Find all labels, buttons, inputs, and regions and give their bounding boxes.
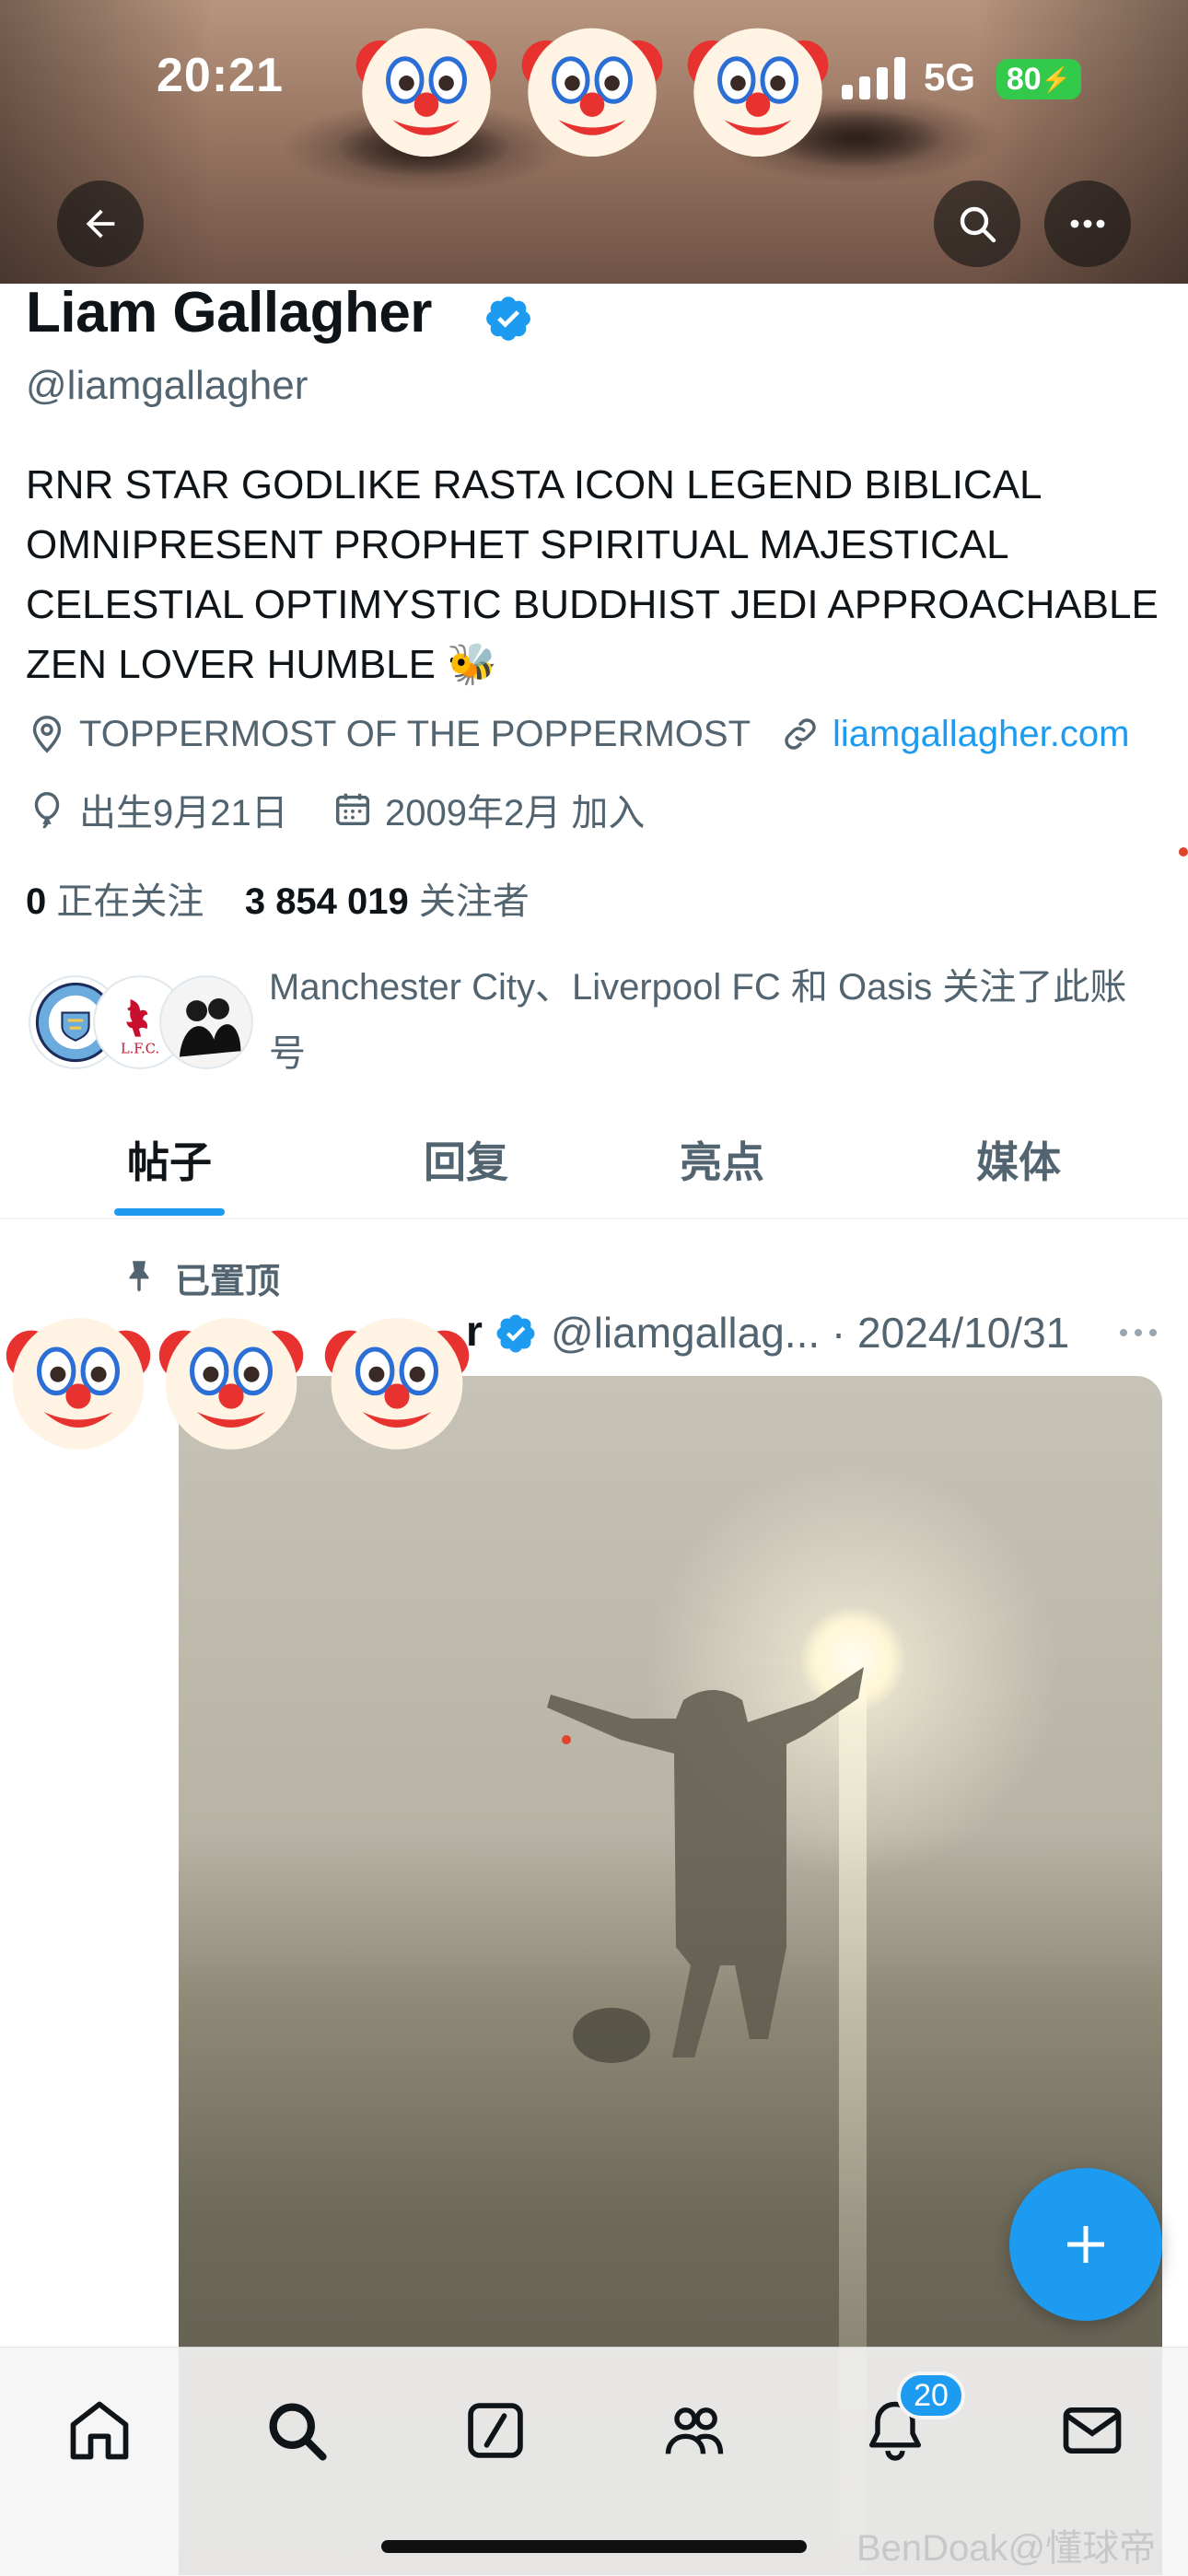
more-options-button[interactable]: [1044, 181, 1131, 267]
battery-level: 80: [1006, 61, 1042, 97]
birthday-text: 出生9月21日: [79, 793, 288, 833]
clown-emoji-icon: [521, 28, 663, 157]
pinned-label: 已置顶: [175, 1263, 281, 1301]
network-type: 5G: [924, 55, 976, 99]
pin-icon: [129, 1261, 149, 1292]
clown-emoji-icon: [158, 1318, 304, 1450]
home-icon[interactable]: [64, 2395, 134, 2465]
followed-by-avatars[interactable]: L.F.C.: [28, 974, 253, 1070]
notifications-badge: 20: [897, 2372, 965, 2419]
red-dot: [562, 1735, 571, 1744]
oasis-avatar: [159, 975, 253, 1069]
post-handle-date[interactable]: @liamgallag... · 2024/10/31: [551, 1308, 1069, 1358]
messages-icon[interactable]: [1057, 2395, 1127, 2465]
following-count: 0: [26, 881, 47, 922]
profile-joined: 2009年2月 加入: [332, 783, 645, 836]
tab-posts[interactable]: 帖子: [127, 1129, 212, 1190]
profile-handle: @liamgallagher: [26, 363, 309, 408]
clown-emoji-icon: [687, 28, 829, 157]
plus-icon: [1067, 2226, 1104, 2263]
profile-name: Liam Gallagher: [26, 281, 432, 344]
balloon-icon: [34, 792, 60, 829]
followers-count: 3 854 019: [244, 881, 409, 922]
svg-text:L.F.C.: L.F.C.: [121, 1041, 159, 1056]
profile-birthday: 出生9月21日: [26, 783, 288, 836]
followers-label: 关注者: [418, 881, 530, 922]
tab-replies[interactable]: 回复: [424, 1129, 508, 1190]
followers-stat[interactable]: 3 854 019 关注者: [245, 881, 530, 922]
compose-icon[interactable]: [460, 2395, 530, 2465]
tab-media[interactable]: 媒体: [976, 1129, 1061, 1190]
location-pin-icon: [32, 716, 62, 753]
tab-highlights[interactable]: 亮点: [680, 1129, 764, 1190]
arrow-left-icon: [86, 209, 115, 239]
cellular-signal-icon: [842, 57, 905, 99]
calendar-icon: [335, 793, 370, 826]
search-button[interactable]: [934, 181, 1020, 267]
verified-badge-icon: [496, 1314, 535, 1353]
clown-emoji-icon: [6, 1318, 151, 1450]
following-stat[interactable]: 0 正在关注: [26, 881, 204, 922]
clown-emoji-icon: [355, 28, 497, 157]
search-icon: [960, 206, 996, 243]
profile-bio: RNR STAR GODLIKE RASTA ICON LEGEND BIBLI…: [26, 462, 1159, 687]
following-label: 正在关注: [56, 881, 204, 922]
location-text: TOPPERMOST OF THE POPPERMOST: [79, 713, 751, 754]
profile-location: TOPPERMOST OF THE POPPERMOST: [26, 713, 751, 755]
follow-stats: 0 正在关注 3 854 019 关注者: [26, 871, 530, 925]
clown-emoji-icon: [324, 1318, 470, 1450]
compose-fab-button[interactable]: [1009, 2168, 1162, 2321]
website-link[interactable]: liamgallagher.com: [833, 714, 1129, 755]
status-time: 20:21: [157, 49, 284, 102]
tabs-divider: [0, 1218, 1188, 1219]
active-tab-indicator: [114, 1208, 225, 1216]
verified-badge-icon[interactable]: [483, 293, 534, 344]
back-button[interactable]: [57, 181, 144, 267]
joined-text: 2009年2月 加入: [385, 793, 646, 833]
communities-icon[interactable]: [659, 2395, 729, 2465]
battery-indicator: 80 ⚡: [996, 59, 1081, 99]
link-icon: [785, 718, 816, 750]
search-icon[interactable]: [262, 2395, 332, 2465]
watermark: BenDoak@懂球帝: [856, 2528, 1157, 2569]
followed-by-text[interactable]: Manchester City、Liverpool FC 和 Oasis 关注了…: [269, 954, 1153, 1087]
red-dot: [1179, 847, 1188, 857]
profile-website[interactable]: liamgallagher.com: [779, 713, 1129, 755]
post-more-icon[interactable]: [1116, 1319, 1160, 1346]
more-horizontal-icon: [1070, 219, 1105, 228]
home-indicator: [381, 2540, 807, 2553]
